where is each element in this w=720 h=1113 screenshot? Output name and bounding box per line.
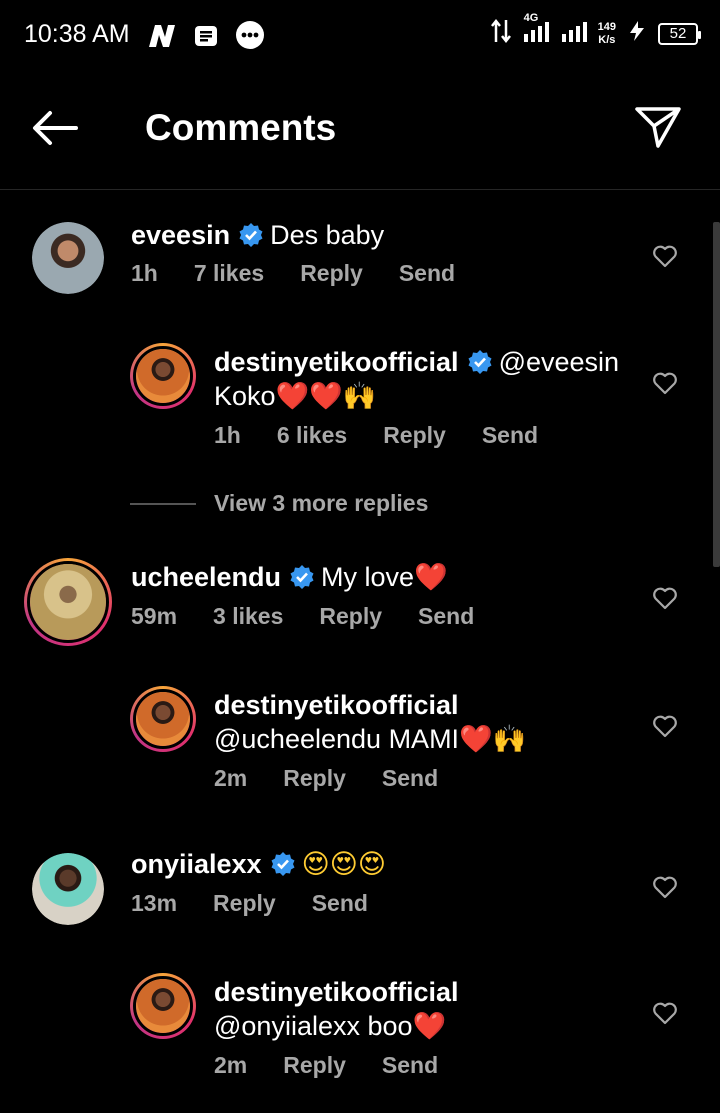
net-speed-value: 149	[597, 20, 616, 33]
like-heart-icon[interactable]	[652, 714, 678, 738]
comment-text: Des baby	[270, 220, 385, 250]
comment-username[interactable]: destinyetikoofficial	[214, 690, 459, 720]
net-speed: 149 K/s	[598, 21, 616, 47]
comment-mention[interactable]: @eveesin	[499, 347, 619, 377]
like-heart-icon[interactable]	[652, 244, 678, 268]
comment-username[interactable]: destinyetikoofficial	[214, 977, 459, 1007]
reply-button[interactable]: Reply	[283, 765, 346, 791]
comment-emoji: ❤️	[414, 562, 448, 593]
send-paper-plane-icon[interactable]	[634, 104, 682, 150]
send-button[interactable]: Send	[418, 603, 474, 629]
send-button[interactable]: Send	[382, 765, 438, 791]
charging-icon	[626, 19, 648, 48]
comment-likes[interactable]: 6 likes	[277, 422, 347, 448]
like-heart-icon[interactable]	[652, 875, 678, 899]
signal-icon	[560, 18, 588, 49]
comment-likes[interactable]: 3 likes	[213, 603, 283, 629]
comment-mention[interactable]: @onyiialexx	[214, 1011, 360, 1041]
reply-button[interactable]: Reply	[213, 890, 276, 916]
page-title: Comments	[145, 107, 337, 148]
comment-text: boo	[367, 1011, 413, 1041]
status-bar: 10:38 AM 4G 149 K/s 52	[0, 0, 720, 74]
comment-username[interactable]: onyiialexx	[131, 849, 262, 879]
verified-badge-icon	[239, 223, 263, 247]
notes-icon	[193, 22, 219, 50]
avatar[interactable]	[130, 343, 196, 409]
scrollbar[interactable]	[713, 222, 720, 567]
comment-text: My love	[321, 562, 415, 592]
view-more-replies[interactable]: View 3 more replies	[130, 490, 428, 517]
comment-time: 1h	[131, 260, 158, 286]
data-transfer-icon	[490, 18, 512, 49]
send-button[interactable]: Send	[382, 1052, 438, 1078]
reply-button[interactable]: Reply	[383, 422, 446, 448]
like-heart-icon[interactable]	[652, 586, 678, 610]
network-type-label: 4G	[523, 12, 539, 24]
comment-username[interactable]: destinyetikoofficial	[214, 347, 459, 377]
comment-time: 59m	[131, 603, 178, 629]
avatar[interactable]	[32, 853, 104, 925]
avatar[interactable]	[24, 558, 112, 646]
send-button[interactable]: Send	[482, 422, 538, 448]
comment-time: 2m	[214, 1052, 248, 1078]
back-arrow-icon[interactable]	[30, 108, 82, 148]
send-button[interactable]: Send	[399, 260, 455, 286]
send-button[interactable]: Send	[312, 890, 368, 916]
battery-indicator: 52	[658, 22, 701, 45]
view-more-replies-label[interactable]: View 3 more replies	[214, 490, 428, 517]
status-time: 10:38 AM	[24, 20, 130, 48]
reply-button[interactable]: Reply	[300, 260, 363, 286]
comment-time: 13m	[131, 890, 178, 916]
comment-emoji: ❤️🙌	[459, 724, 527, 755]
reply-button[interactable]: Reply	[319, 603, 382, 629]
divider	[130, 502, 196, 505]
net-speed-unit: K/s	[598, 33, 616, 46]
like-heart-icon[interactable]	[652, 1001, 678, 1025]
verified-badge-icon	[271, 852, 295, 876]
verified-badge-icon	[290, 565, 314, 589]
comment-emoji: ❤️❤️🙌	[275, 381, 377, 412]
comment-username[interactable]: eveesin	[131, 220, 230, 250]
comment-text: Koko	[214, 381, 276, 411]
comment-time: 1h	[214, 422, 241, 448]
comment-mention[interactable]: @ucheelendu	[214, 724, 381, 754]
comments-header: Comments	[0, 74, 720, 190]
verified-badge-icon	[468, 350, 492, 374]
comment-time: 2m	[214, 765, 248, 791]
comment-emoji: ❤️	[412, 1011, 447, 1042]
reply-button[interactable]: Reply	[283, 1052, 346, 1078]
comment-username[interactable]: ucheelendu	[131, 562, 281, 592]
like-heart-icon[interactable]	[652, 371, 678, 395]
signal-4g-icon: 4G	[522, 12, 550, 49]
avatar[interactable]	[32, 222, 104, 294]
app-n-icon	[147, 22, 177, 50]
avatar[interactable]	[130, 686, 196, 752]
comment-text: MAMI	[388, 724, 460, 754]
comment-emoji: 😍😍😍	[301, 849, 387, 880]
avatar[interactable]	[130, 973, 196, 1039]
comment-likes[interactable]: 7 likes	[194, 260, 264, 286]
message-bubble-icon	[233, 21, 267, 50]
